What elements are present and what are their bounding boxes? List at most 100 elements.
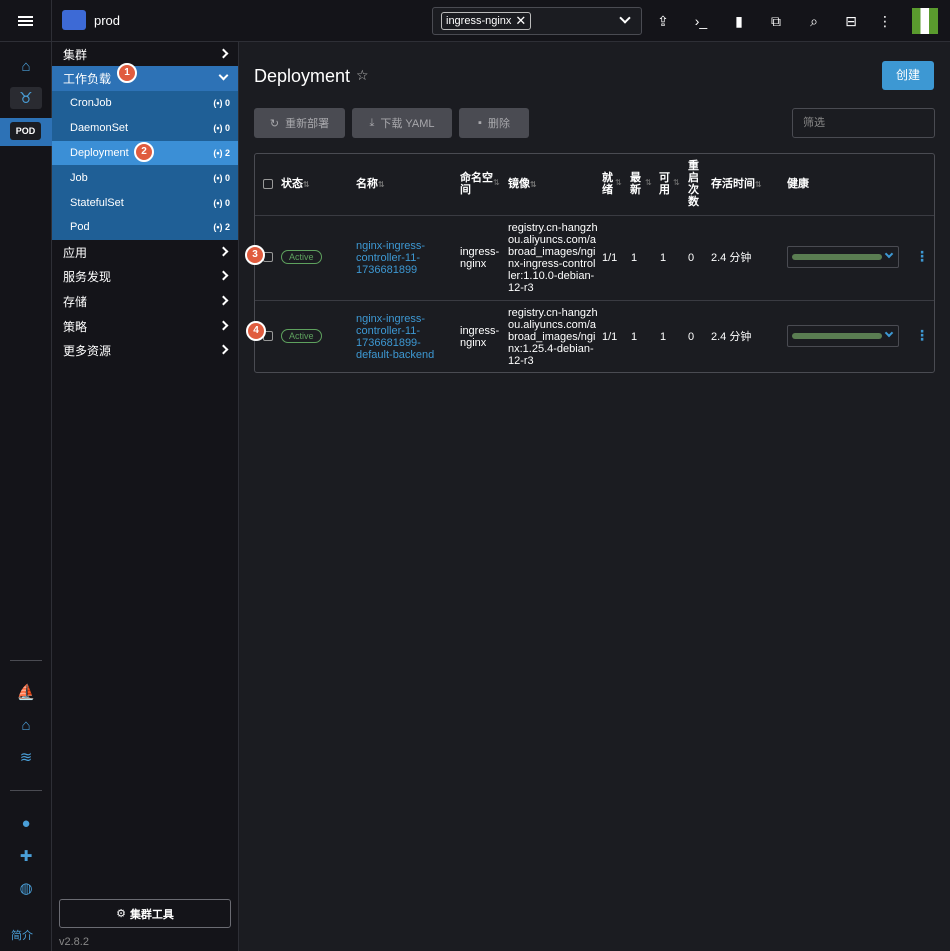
name-line: nginx-ingress- bbox=[356, 240, 426, 252]
header-ready-line: 绪 bbox=[602, 184, 613, 196]
image-line: ou.aliyuncs.com/a bbox=[508, 319, 597, 331]
chevron-right-icon bbox=[218, 295, 229, 306]
nav-group-label: 存储 bbox=[63, 294, 88, 309]
user-icon[interactable]: ● bbox=[16, 813, 36, 833]
globe-icon[interactable]: ◍ bbox=[16, 878, 36, 898]
copy-kubeconfig-icon[interactable]: ⧉ bbox=[767, 12, 785, 30]
chevron-right-icon bbox=[218, 320, 229, 331]
status-badge: Active bbox=[281, 250, 322, 264]
chevron-down-icon bbox=[884, 249, 894, 259]
nav-group-cluster[interactable]: 集群 bbox=[52, 42, 238, 66]
nav-item-count: (•) 0 bbox=[213, 198, 230, 208]
header-ready[interactable]: 就绪 bbox=[602, 172, 613, 196]
name-line: 1736681899- bbox=[356, 337, 421, 349]
avatar[interactable] bbox=[912, 8, 938, 34]
deployment-name-link[interactable]: nginx-ingress- controller-11- 1736681899 bbox=[356, 240, 425, 276]
nav-item-count: (•) 0 bbox=[213, 98, 230, 108]
star-icon[interactable]: ☆ bbox=[356, 67, 369, 84]
chevron-down-icon bbox=[218, 70, 229, 81]
sailboat-icon[interactable]: ⛵ bbox=[16, 682, 36, 702]
kubectl-shell-icon[interactable]: ›_ bbox=[692, 12, 710, 30]
cluster-icon[interactable]: ♉ bbox=[10, 87, 42, 109]
row-divider bbox=[255, 300, 934, 301]
nav-group-label: 应用 bbox=[63, 245, 88, 260]
chevron-right-icon bbox=[218, 246, 229, 257]
book-icon[interactable]: ⊟ bbox=[842, 12, 860, 30]
header-latest[interactable]: 最新 bbox=[630, 172, 641, 196]
nav-group-apps[interactable]: 应用 bbox=[52, 240, 238, 264]
menu-icon[interactable] bbox=[0, 0, 52, 42]
extensions-icon[interactable]: ✚ bbox=[16, 846, 36, 866]
nav-item-daemonset[interactable]: DaemonSet (•) 0 bbox=[52, 116, 238, 140]
nav-group-policy[interactable]: 策略 bbox=[52, 314, 238, 338]
latest-cell: 1 bbox=[631, 252, 638, 264]
create-button[interactable]: 创建 bbox=[882, 61, 934, 90]
sort-icon[interactable]: ⇅ bbox=[615, 178, 622, 187]
header-namespace[interactable]: 命名空间 bbox=[460, 172, 493, 196]
home-icon[interactable]: ⌂ bbox=[16, 56, 36, 76]
kubeconfig-file-icon[interactable]: ▮ bbox=[730, 12, 748, 30]
left-rail: ⌂ ♉ POD ⛵ ⌂ ≋ ● ✚ ◍ 简介 bbox=[0, 42, 52, 951]
health-bar bbox=[792, 333, 882, 339]
chevron-down-icon[interactable] bbox=[619, 12, 631, 24]
version-label: v2.8.2 bbox=[59, 936, 89, 948]
nav-item-job[interactable]: Job (•) 0 bbox=[52, 166, 238, 190]
about-link[interactable]: 简介 bbox=[11, 927, 33, 943]
health-dropdown[interactable] bbox=[787, 325, 899, 347]
cluster-tools-button[interactable]: ⚙ 集群工具 bbox=[59, 899, 231, 928]
nav-group-label: 集群 bbox=[63, 47, 88, 62]
namespace-select[interactable]: ingress-nginx ✕ bbox=[432, 7, 642, 35]
row-actions-icon[interactable]: ⋮ bbox=[915, 248, 929, 265]
header-restarts[interactable]: 重启次数 bbox=[688, 160, 699, 208]
nav-item-statefulset[interactable]: StatefulSet (•) 0 bbox=[52, 191, 238, 215]
delete-button[interactable]: ▪ 删除 bbox=[459, 108, 529, 138]
longhorn-icon[interactable]: ≋ bbox=[16, 747, 36, 767]
header-available[interactable]: 可用 bbox=[659, 172, 670, 196]
nav-group-storage[interactable]: 存储 bbox=[52, 289, 238, 313]
header-age[interactable]: 存活时间⇅ bbox=[711, 178, 762, 191]
nav-group-label: 策略 bbox=[63, 319, 88, 334]
redeploy-button[interactable]: ↻ 重新部署 bbox=[254, 108, 345, 138]
sort-icon[interactable]: ⇅ bbox=[493, 178, 500, 187]
farm-icon[interactable]: ⌂ bbox=[16, 715, 36, 735]
nav-item-pod[interactable]: Pod (•) 2 bbox=[52, 215, 238, 239]
sort-icon[interactable]: ⇅ bbox=[645, 178, 652, 187]
chevron-right-icon bbox=[218, 270, 229, 281]
row-actions-icon[interactable]: ⋮ bbox=[915, 327, 929, 344]
cluster-logo-icon bbox=[62, 10, 86, 30]
chip-close-icon[interactable]: ✕ bbox=[515, 13, 526, 29]
nav-group-service-discovery[interactable]: 服务发现 bbox=[52, 264, 238, 288]
select-all-checkbox[interactable] bbox=[263, 179, 273, 189]
health-dropdown[interactable] bbox=[787, 246, 899, 268]
deployment-name-link[interactable]: nginx-ingress- controller-11- 1736681899… bbox=[356, 313, 434, 361]
search-icon[interactable]: ⌕ bbox=[805, 12, 823, 30]
name-line: controller-11- bbox=[356, 252, 420, 264]
header-restarts-line: 启 bbox=[688, 172, 699, 184]
header-name[interactable]: 名称⇅ bbox=[356, 178, 385, 191]
image-line: ler:1.10.0-debian- bbox=[508, 270, 595, 282]
nav-group-more-resources[interactable]: 更多资源 bbox=[52, 338, 238, 362]
nav-group-label: 服务发现 bbox=[63, 269, 112, 284]
filter-input[interactable] bbox=[792, 108, 935, 138]
refresh-icon: ↻ bbox=[269, 117, 280, 130]
available-cell: 1 bbox=[660, 331, 667, 343]
nav-item-cronjob[interactable]: CronJob (•) 0 bbox=[52, 91, 238, 115]
cluster-tools-label: 集群工具 bbox=[129, 908, 174, 921]
sort-icon[interactable]: ⇅ bbox=[673, 178, 680, 187]
more-vertical-icon[interactable]: ⋮ bbox=[876, 12, 894, 30]
image-line: 12-r3 bbox=[508, 282, 534, 294]
namespace-cell: ingress- nginx bbox=[460, 325, 499, 349]
sort-icon: ⇅ bbox=[530, 180, 537, 189]
age-cell: 2.4 分钟 bbox=[711, 331, 752, 343]
ready-cell: 1/1 bbox=[602, 331, 618, 343]
age-cell: 2.4 分钟 bbox=[711, 252, 752, 264]
download-yaml-button[interactable]: ⤓ 下载 YAML bbox=[352, 108, 452, 138]
status-badge: Active bbox=[281, 329, 322, 343]
pod-badge[interactable]: POD bbox=[10, 122, 41, 140]
header-status[interactable]: 状态⇅ bbox=[281, 178, 310, 191]
image-line: broad_images/ngi bbox=[508, 331, 596, 343]
namespace-chip: ingress-nginx ✕ bbox=[441, 12, 532, 30]
nav-group-workloads[interactable]: 工作负载 bbox=[52, 66, 238, 91]
header-image[interactable]: 镜像⇅ bbox=[508, 178, 537, 191]
import-yaml-icon[interactable]: ⇪ bbox=[654, 12, 672, 30]
